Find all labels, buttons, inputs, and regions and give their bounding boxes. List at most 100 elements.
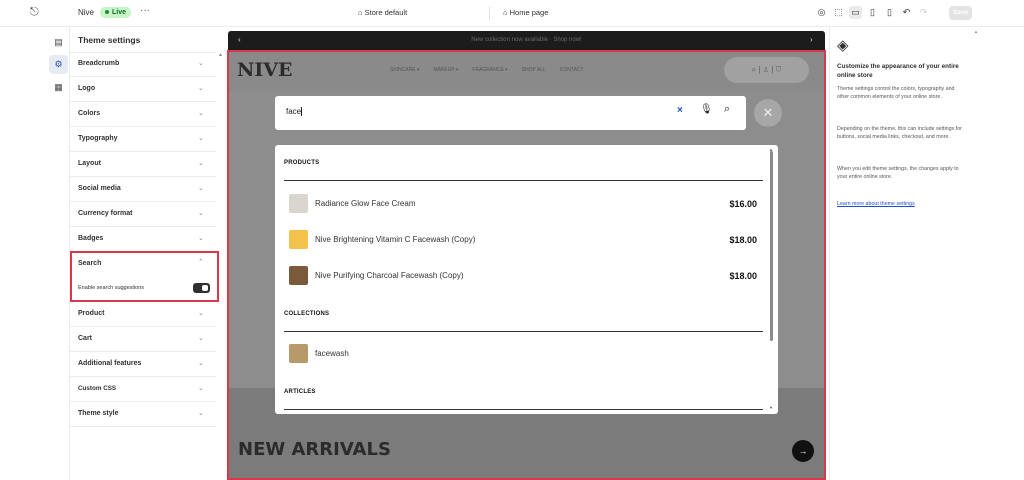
text-caret [301,107,303,117]
info-paragraph: Depending on the theme, this can include… [837,126,962,140]
sidebar-item-cart[interactable]: Cart ⌄ [70,327,216,352]
sections-icon[interactable]: ▤ [49,33,68,52]
search-suggestions-toggle[interactable] [193,283,210,293]
sidebar-title: Theme settings [78,35,141,45]
scroll-up-icon[interactable]: ▲ [218,52,223,58]
inspector-icon[interactable]: ◎ [815,6,828,19]
sidebar-item-currency-format[interactable]: Currency format ⌄ [70,202,216,227]
store-name[interactable]: Nive [78,8,94,17]
clear-icon[interactable]: × [677,105,683,116]
live-badge: Live [100,7,132,18]
store-logo[interactable]: NIVE [237,59,292,81]
store-default-label: Store default [364,8,408,17]
chevron-down-icon: ⌄ [198,185,204,192]
store-header: NIVE SKINCARE ▾ MAKEUP ▾ FRAGRANCE ▾ SHO… [228,50,825,91]
sidebar-item-additional-features[interactable]: Additional features ⌄ [70,352,216,377]
results-scrollbar[interactable] [770,151,773,341]
divider [284,409,763,410]
save-button[interactable]: Save [949,6,972,20]
product-price: $18.00 [729,235,757,245]
sidebar-item-label: Product [78,310,105,317]
toolbar-icons: ◎ ⬚ ▭ ▯ ▯ ↶ ↷ [815,6,930,19]
search-icon[interactable]: ⌕ [724,103,730,116]
top-bar: ⎋ Nive Live ··· ⌂ Store default ⌂ Home p… [0,0,1024,27]
storefront-icon: ⌂ [358,8,363,17]
sidebar-item-social-media[interactable]: Social media ⌄ [70,177,216,202]
sidebar-item-label: Social media [78,185,121,192]
redo-icon[interactable]: ↷ [917,6,930,19]
undo-icon[interactable]: ↶ [900,6,913,19]
page-selector[interactable]: ⌂ Home page [503,8,548,17]
product-result[interactable]: Nive Purifying Charcoal Facewash (Copy) … [289,266,759,286]
mobile-icon[interactable]: ▯ [883,6,896,19]
collections-heading: COLLECTIONS [284,311,330,317]
sidebar-item-label: Layout [78,160,101,167]
chevron-down-icon: ⌄ [198,210,204,217]
live-label: Live [112,9,127,16]
search-query: face [286,107,303,117]
tablet-icon[interactable]: ▯ [866,6,879,19]
info-heading: Customize the appearance of your entire … [837,63,959,79]
scroll-up-icon[interactable]: ▲ [974,29,978,34]
store-default-button[interactable]: ⌂ Store default [358,8,407,17]
microphone-icon[interactable]: 🎙 [700,104,713,115]
home-icon: ⌂ [503,8,508,17]
sidebar-item-label: Search [78,260,102,267]
desktop-icon[interactable]: ▭ [849,6,862,19]
announcement-text: New collection now available · Shop now! [471,37,582,43]
info-panel: ▲ ◈ Customize the appearance of your ent… [829,27,1024,480]
sidebar-item-typography[interactable]: Typography ⌄ [70,127,216,152]
arrow-right-icon[interactable]: → [792,440,814,462]
exit-icon[interactable]: ⎋ [30,6,39,19]
more-button[interactable]: ··· [140,5,150,16]
select-icon[interactable]: ⬚ [832,6,845,19]
scroll-down-icon[interactable]: ▼ [769,405,773,410]
learn-more-link[interactable]: Learn more about theme settings [837,201,915,207]
info-paragraph: Theme settings control the colors, typog… [837,86,955,100]
info-paragraph: When you edit theme settings, the change… [837,166,959,180]
collection-result[interactable]: facewash [289,344,759,364]
collection-name: facewash [315,349,349,358]
sidebar-item-logo[interactable]: Logo ⌄ [70,77,216,102]
sidebar-item-label: Theme style [78,410,119,417]
search-input[interactable]: face × 🎙 ⌕ [275,96,746,130]
sidebar-item-layout[interactable]: Layout ⌄ [70,152,216,177]
search-results-panel: ▲ ▼ PRODUCTS Radiance Glow Face Cream $1… [275,145,778,414]
sidebar-item-breadcrumb[interactable]: Breadcrumb ⌄ [70,52,216,77]
announcement-bar: ‹ New collection now available · Shop no… [228,31,825,50]
sidebar-item-label: Additional features [78,360,142,367]
divider [284,180,763,181]
articles-heading: ARTICLES [284,389,316,395]
close-icon[interactable]: ✕ [754,99,782,127]
nav-item[interactable]: CONTACT [560,67,584,73]
sidebar-item-colors[interactable]: Colors ⌄ [70,102,216,127]
chevron-up-icon: ⌃ [198,259,204,266]
nav-item[interactable]: SHOP ALL [522,67,546,73]
sidebar-item-badges[interactable]: Badges ⌄ [70,227,216,252]
product-result[interactable]: Nive Brightening Vitamin C Facewash (Cop… [289,230,759,250]
store-nav: SKINCARE ▾ MAKEUP ▾ FRAGRANCE ▾ SHOP ALL… [390,67,584,73]
sidebar-item-label: Typography [78,135,118,142]
new-arrivals-heading: NEW ARRIVALS [238,439,391,460]
search-query-text: face [286,107,302,116]
paint-bucket-icon: ◈ [837,37,849,54]
chevron-down-icon: ⌄ [198,360,204,367]
nav-item[interactable]: MAKEUP ▾ [433,67,458,73]
nav-item[interactable]: SKINCARE ▾ [390,67,419,73]
product-thumbnail [289,194,308,213]
chevron-down-icon: ⌄ [198,60,204,67]
sidebar-item-theme-style[interactable]: Theme style ⌄ [70,402,216,427]
account-icon: ♙ [762,65,770,74]
sidebar-item-label: Cart [78,335,93,342]
chevron-down-icon: ⌄ [198,410,204,417]
chevron-down-icon: ⌄ [198,335,204,342]
sidebar-item-product[interactable]: Product ⌄ [70,302,216,327]
chevron-right-icon[interactable]: › [810,35,813,44]
nav-item[interactable]: FRAGRANCE ▾ [472,67,507,73]
sidebar-item-custom-css[interactable]: Custom CSS ⌄ [70,377,216,402]
theme-settings-icon[interactable]: ⚙ [49,55,68,74]
apps-icon[interactable]: ▦ [49,78,68,97]
sidebar-item-search[interactable]: Search ⌃ Enable search suggestions [70,251,219,302]
product-result[interactable]: Radiance Glow Face Cream $16.00 [289,194,759,214]
header-icons[interactable]: ⌕ | ♙ | ⛉ [724,57,809,83]
